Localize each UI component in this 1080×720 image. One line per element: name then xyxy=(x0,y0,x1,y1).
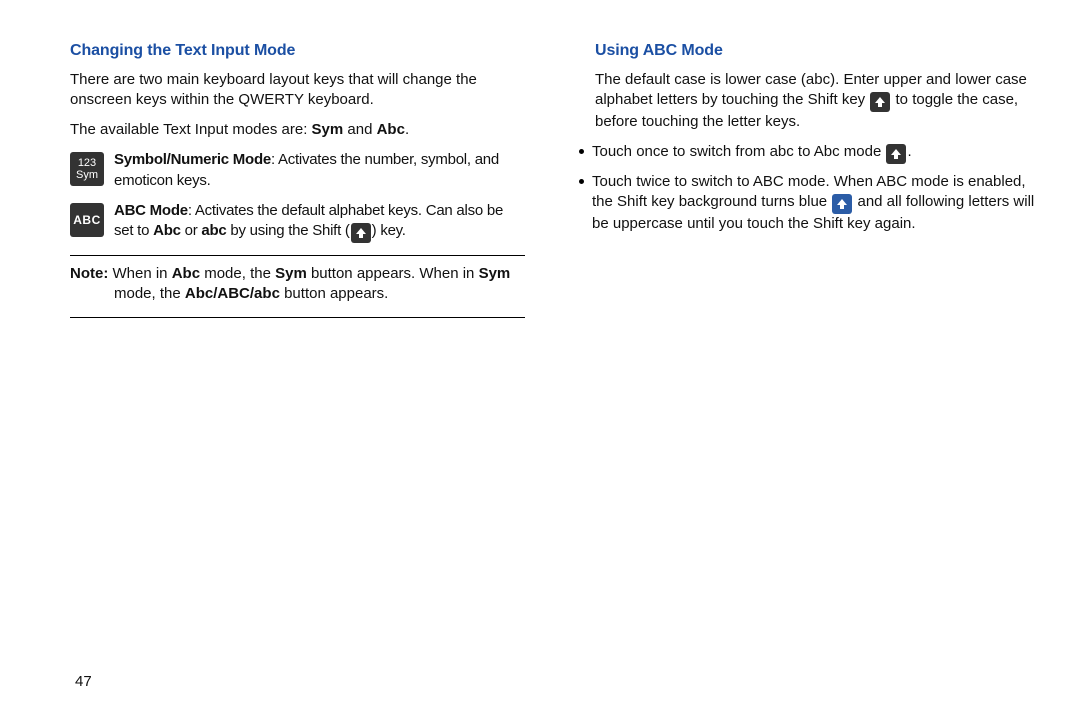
bold: Sym xyxy=(275,265,307,282)
shift-up-arrow-icon xyxy=(870,92,890,112)
text: Touch once to switch from abc to Abc mod… xyxy=(592,143,885,160)
text: button appears. When in xyxy=(307,265,479,282)
mode-abc-item: ABC ABC Mode: Activates the default alph… xyxy=(70,201,525,243)
text: mode, the xyxy=(114,285,185,302)
bullet-text: Touch once to switch from abc to Abc mod… xyxy=(592,142,912,164)
bullet-touch-once: Touch once to switch from abc to Abc mod… xyxy=(579,142,1050,164)
right-column: Using ABC Mode The default case is lower… xyxy=(555,40,1050,326)
bullet-text: Touch twice to switch to ABC mode. When … xyxy=(592,172,1050,235)
text: The available Text Input modes are: xyxy=(70,121,312,138)
text: by using the Shift ( xyxy=(227,222,350,239)
bold: Sym xyxy=(479,265,511,282)
bold-abc: Abc xyxy=(377,121,405,138)
sym-description: Symbol/Numeric Mode: Activates the numbe… xyxy=(114,150,525,191)
text: and xyxy=(343,121,376,138)
abc-description: ABC Mode: Activates the default alphabet… xyxy=(114,201,525,243)
text: When in xyxy=(108,265,171,282)
manual-page: Changing the Text Input Mode There are t… xyxy=(0,0,1080,720)
text: . xyxy=(907,143,911,160)
bold: Abc xyxy=(172,265,200,282)
bullet-touch-twice: Touch twice to switch to ABC mode. When … xyxy=(579,172,1050,235)
heading-using-abc-mode: Using ABC Mode xyxy=(595,40,1050,62)
bullet-dot-icon xyxy=(579,149,584,154)
bold-sym: Sym xyxy=(312,121,344,138)
para-intro: There are two main keyboard layout keys … xyxy=(70,70,525,111)
text: button appears. xyxy=(280,285,388,302)
bold: abc xyxy=(201,222,226,239)
page-number: 47 xyxy=(75,673,92,690)
text: . xyxy=(405,121,409,138)
text: mode, the xyxy=(200,265,275,282)
note-label: Note: xyxy=(70,265,108,282)
bullet-dot-icon xyxy=(579,179,584,184)
para-default-case: The default case is lower case (abc). En… xyxy=(595,70,1050,133)
bold: ABC Mode xyxy=(114,202,188,219)
two-column-layout: Changing the Text Input Mode There are t… xyxy=(0,0,1080,326)
text: ) key. xyxy=(372,222,406,239)
sym-key-icon: 123 Sym xyxy=(70,152,104,186)
bold: Abc xyxy=(153,222,181,239)
divider xyxy=(70,317,525,318)
icon-line2: Sym xyxy=(76,170,98,181)
icon-line1: 123 xyxy=(78,158,96,169)
shift-up-arrow-icon xyxy=(351,223,371,243)
para-modes: The available Text Input modes are: Sym … xyxy=(70,120,525,140)
left-column: Changing the Text Input Mode There are t… xyxy=(30,40,525,326)
abc-key-icon: ABC xyxy=(70,203,104,237)
note-block: Note: When in Abc mode, the Sym button a… xyxy=(70,264,525,305)
note-body: Note: When in Abc mode, the Sym button a… xyxy=(70,264,525,305)
icon-abc-label: ABC xyxy=(73,214,101,226)
heading-changing-input-mode: Changing the Text Input Mode xyxy=(70,40,525,62)
bold: Symbol/Numeric Mode xyxy=(114,151,271,168)
shift-up-arrow-icon xyxy=(886,144,906,164)
bold: Abc/ABC/abc xyxy=(185,285,280,302)
text: or xyxy=(181,222,202,239)
shift-up-arrow-blue-icon xyxy=(832,194,852,214)
mode-sym-item: 123 Sym Symbol/Numeric Mode: Activates t… xyxy=(70,150,525,191)
divider xyxy=(70,255,525,256)
